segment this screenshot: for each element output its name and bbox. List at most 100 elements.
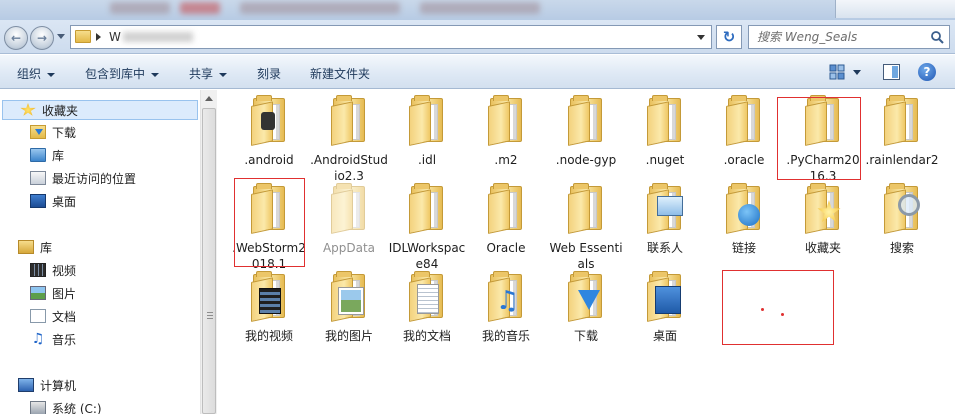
folder-item[interactable]: .oracle <box>705 95 783 168</box>
folder-item[interactable]: 我的文档 <box>388 271 466 344</box>
folder-item[interactable]: .idl <box>388 95 466 168</box>
back-button[interactable]: ← <box>4 26 28 50</box>
share-menu[interactable]: 共享 <box>189 65 228 82</box>
item-label: .oracle <box>723 153 765 167</box>
item-label: 我的文档 <box>402 329 451 343</box>
folder-item[interactable]: .rainlendar2 <box>863 95 941 168</box>
library-icon <box>30 148 46 162</box>
item-label: 我的图片 <box>324 329 373 343</box>
nav-label: 最近访问的位置 <box>52 171 137 186</box>
breadcrumb-arrow-icon[interactable] <box>96 33 101 41</box>
address-bar[interactable]: W <box>70 25 712 49</box>
videos-icon <box>30 263 46 277</box>
folder-item[interactable]: ♫ 我的音乐 <box>467 271 545 344</box>
folder-item-hidden[interactable]: AppData <box>310 183 388 256</box>
address-history-chevron-down-icon[interactable] <box>697 35 705 40</box>
include-in-library-label: 包含到库中 <box>85 67 146 81</box>
folder-item[interactable]: .AndroidStudio2.3 <box>310 95 388 184</box>
help-icon[interactable]: ? <box>918 63 936 81</box>
window-controls[interactable] <box>835 0 955 18</box>
my-documents-icon <box>403 271 451 324</box>
item-label: Oracle <box>486 241 526 255</box>
nav-favorites[interactable]: 收藏夹 <box>2 100 198 120</box>
favorites-icon <box>799 183 847 236</box>
nav-label: 文档 <box>52 309 77 324</box>
folder-icon <box>325 95 373 148</box>
file-list-pane: .android .AndroidStudio2.3 .idl .m2 .nod… <box>218 90 955 414</box>
folder-item[interactable]: 下载 <box>547 271 625 344</box>
folder-item[interactable]: .android <box>230 95 308 168</box>
navigation-pane: 收藏夹 下载 库 最近访问的位置 桌面 库 视频 图片 文档 ♫ 音乐 计算机 <box>0 90 200 414</box>
hard-disk-icon <box>30 401 46 414</box>
search-box[interactable] <box>748 25 950 49</box>
nav-label: 计算机 <box>40 378 77 393</box>
nav-label: 库 <box>52 148 65 163</box>
folder-item[interactable]: 搜索 <box>863 183 941 256</box>
nav-system-drive[interactable]: 系统 (C:) <box>30 398 102 414</box>
nav-label: 图片 <box>52 286 77 301</box>
folder-item[interactable]: 链接 <box>705 183 783 256</box>
item-label: 联系人 <box>646 241 683 255</box>
recent-places-icon <box>30 171 46 185</box>
nav-videos[interactable]: 视频 <box>30 260 76 280</box>
organize-menu[interactable]: 组织 <box>17 65 56 82</box>
nav-recent-places[interactable]: 最近访问的位置 <box>30 168 136 188</box>
nav-libraries[interactable]: 库 <box>18 237 52 257</box>
nav-downloads[interactable]: 下载 <box>30 122 76 142</box>
scrollbar-thumb[interactable] <box>202 108 216 414</box>
desktop-icon <box>30 194 46 208</box>
folder-hidden-icon <box>325 183 373 236</box>
annotation-dot <box>781 313 784 316</box>
nav-library[interactable]: 库 <box>30 145 64 165</box>
scroll-up-arrow-icon[interactable] <box>205 96 213 101</box>
burn-button[interactable]: 刻录 <box>257 65 281 82</box>
favorites-star-icon <box>20 103 36 116</box>
nav-label: 下载 <box>52 125 77 140</box>
nav-documents[interactable]: 文档 <box>30 306 76 326</box>
change-view-icon[interactable] <box>829 64 845 80</box>
address-row: ← → W ↻ <box>0 20 955 54</box>
navigation-scrollbar[interactable] <box>200 90 217 414</box>
nav-desktop[interactable]: 桌面 <box>30 191 76 211</box>
nav-computer[interactable]: 计算机 <box>18 375 76 395</box>
desktop-icon <box>641 271 689 324</box>
folder-icon <box>482 95 530 148</box>
search-input[interactable] <box>749 26 929 48</box>
folder-item[interactable]: .nuget <box>626 95 704 168</box>
nav-music[interactable]: ♫ 音乐 <box>30 329 76 349</box>
folder-item[interactable]: 我的视频 <box>230 271 308 344</box>
nav-label: 收藏夹 <box>42 103 79 118</box>
folder-icon <box>562 95 610 148</box>
refresh-icon[interactable]: ↻ <box>716 25 742 49</box>
address-path[interactable]: W <box>109 30 121 44</box>
folder-item[interactable]: 收藏夹 <box>784 183 862 256</box>
item-label: .AndroidStudio2.3 <box>310 153 388 183</box>
item-label: 我的视频 <box>244 329 293 343</box>
folder-item[interactable]: Web Essentials <box>547 183 625 272</box>
blurred-title <box>240 2 400 14</box>
view-options-chevron-down-icon[interactable] <box>853 70 861 75</box>
folder-item[interactable]: 联系人 <box>626 183 704 256</box>
folder-item[interactable]: 我的图片 <box>310 271 388 344</box>
search-icon[interactable] <box>930 30 944 44</box>
recent-pages-chevron-down-icon[interactable] <box>57 34 65 39</box>
computer-icon <box>18 378 34 392</box>
searches-icon <box>878 183 926 236</box>
chevron-down-icon <box>47 72 56 77</box>
folder-icon <box>403 95 451 148</box>
preview-pane-icon[interactable] <box>883 64 900 80</box>
folder-item[interactable]: .m2 <box>467 95 545 168</box>
folder-item[interactable]: IDLWorkspace84 <box>388 183 466 272</box>
item-label: IDLWorkspace84 <box>388 241 466 271</box>
nav-label: 系统 (C:) <box>52 401 102 414</box>
include-in-library-menu[interactable]: 包含到库中 <box>85 65 160 82</box>
folder-item[interactable]: .node-gyp <box>547 95 625 168</box>
forward-button[interactable]: → <box>30 26 54 50</box>
pictures-icon <box>30 286 46 300</box>
nav-pictures[interactable]: 图片 <box>30 283 76 303</box>
folder-icon <box>878 95 926 148</box>
folder-item[interactable]: Oracle <box>467 183 545 256</box>
nav-label: 库 <box>40 240 53 255</box>
new-folder-button[interactable]: 新建文件夹 <box>310 65 370 82</box>
folder-item[interactable]: 桌面 <box>626 271 704 344</box>
